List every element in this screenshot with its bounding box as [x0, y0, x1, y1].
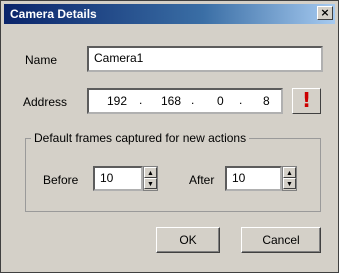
name-input[interactable]: Camera1: [87, 46, 323, 72]
spin-up-icon[interactable]: ▲: [144, 167, 157, 178]
ip-octet-1[interactable]: 192: [107, 94, 127, 108]
ip-octet-3[interactable]: 0: [217, 94, 224, 108]
camera-details-dialog: Camera Details × Name Camera1 Address 19…: [0, 0, 339, 273]
ok-button[interactable]: OK: [156, 227, 220, 253]
ip-address-input[interactable]: 192 . 168 . 0 . 8: [87, 88, 283, 114]
before-spinner[interactable]: ▲ ▼: [143, 166, 158, 191]
ip-separator: .: [239, 93, 243, 107]
ip-octet-2[interactable]: 168: [161, 94, 181, 108]
cancel-button[interactable]: Cancel: [241, 227, 321, 253]
title-bar[interactable]: Camera Details ×: [4, 4, 335, 24]
ip-separator: .: [191, 93, 195, 107]
before-label: Before: [43, 173, 79, 187]
name-label: Name: [25, 53, 58, 67]
ip-separator: .: [139, 93, 143, 107]
address-label: Address: [23, 95, 68, 109]
spin-down-icon[interactable]: ▼: [144, 178, 157, 189]
before-frames-input[interactable]: 10: [93, 166, 143, 191]
after-label: After: [189, 173, 215, 187]
window-title: Camera Details: [10, 7, 97, 21]
address-warning-button[interactable]: !: [292, 88, 321, 114]
close-button[interactable]: ×: [317, 6, 333, 20]
default-frames-legend: Default frames captured for new actions: [31, 131, 250, 145]
after-spinner[interactable]: ▲ ▼: [282, 166, 297, 191]
ip-octet-4[interactable]: 8: [263, 94, 270, 108]
after-frames-input[interactable]: 10: [225, 166, 282, 191]
spin-up-icon[interactable]: ▲: [283, 167, 296, 178]
warning-icon: !: [301, 88, 312, 112]
close-icon: ×: [320, 6, 330, 19]
spin-down-icon[interactable]: ▼: [283, 178, 296, 189]
